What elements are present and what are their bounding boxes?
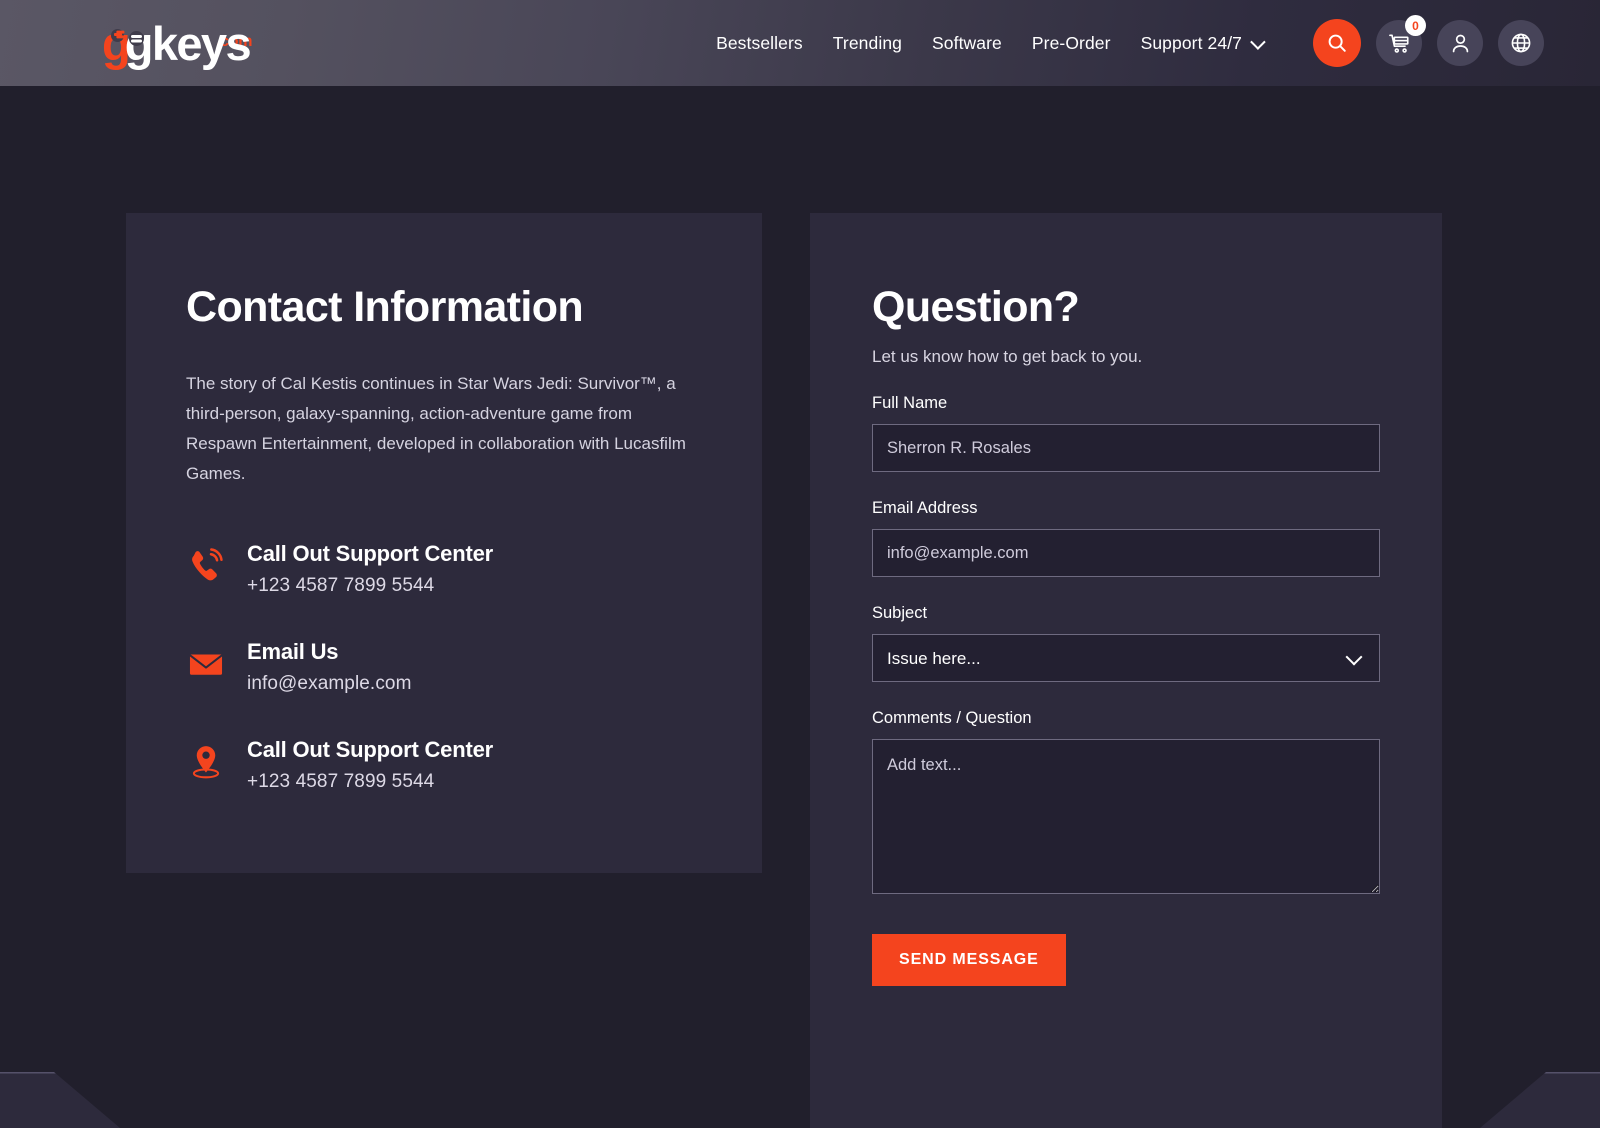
- logo-wordmark: gkeys: [124, 16, 252, 70]
- chevron-down-icon: [1250, 33, 1266, 50]
- field-comments: Comments / Question: [872, 709, 1380, 899]
- nav-item-software[interactable]: Software: [917, 33, 1017, 54]
- nav-item-bestsellers[interactable]: Bestsellers: [701, 33, 818, 54]
- subject-select-wrapper: Issue here...: [872, 634, 1380, 683]
- field-subject: Subject Issue here...: [872, 604, 1380, 683]
- comments-textarea[interactable]: [872, 739, 1380, 895]
- subject-label: Subject: [872, 604, 928, 623]
- phone-icon: [186, 546, 226, 586]
- full-name-label: Full Name: [872, 394, 948, 413]
- cart-count-badge: 0: [1405, 15, 1426, 36]
- contact-item-value: +123 4587 7899 5544: [247, 575, 435, 597]
- search-button[interactable]: [1313, 19, 1361, 67]
- contact-information-panel: Contact Information The story of Cal Kes…: [126, 213, 762, 873]
- map-pin-icon: [186, 742, 226, 782]
- logo-mark: g gkeys .com: [102, 20, 252, 67]
- email-input[interactable]: [872, 529, 1380, 578]
- header-actions: 0: [1313, 15, 1544, 67]
- contact-item-title: Email Us: [247, 639, 339, 665]
- contact-form: Full Name Email Address Subject Issue he…: [872, 394, 1380, 987]
- contact-panel-title: Contact Information: [186, 283, 584, 331]
- contact-item-text: Call Out Support Center +123 4587 7899 5…: [247, 737, 493, 793]
- contact-panel-description: The story of Cal Kestis continues in Sta…: [186, 374, 686, 484]
- nav-item-trending[interactable]: Trending: [818, 33, 917, 54]
- globe-icon: [1511, 33, 1531, 53]
- send-message-button[interactable]: SEND MESSAGE: [872, 934, 1066, 987]
- contact-item-email[interactable]: Email Us info@example.com: [186, 639, 702, 695]
- page-main: Contact Information The story of Cal Kes…: [0, 86, 1600, 1128]
- full-name-input[interactable]: [872, 424, 1380, 473]
- search-icon: [1328, 34, 1346, 52]
- subject-select[interactable]: Issue here...: [872, 634, 1380, 683]
- account-button[interactable]: [1437, 20, 1483, 66]
- contact-item-title: Call Out Support Center: [247, 737, 493, 763]
- nav-item-support-label: Support 24/7: [1140, 32, 1242, 53]
- footer-corner-right: [1480, 1072, 1600, 1128]
- site-header: g gkeys .com Bestsellers Trending Softwa…: [0, 0, 1600, 86]
- contact-item-text: Email Us info@example.com: [247, 639, 412, 695]
- site-logo[interactable]: g gkeys .com: [102, 20, 252, 67]
- language-button[interactable]: [1498, 20, 1544, 66]
- cart-icon: [1388, 34, 1409, 53]
- cart-button[interactable]: 0: [1376, 15, 1426, 66]
- question-form-panel: Question? Let us know how to get back to…: [810, 213, 1442, 1128]
- form-panel-subtitle: Let us know how to get back to you.: [872, 347, 1143, 367]
- contact-item-location[interactable]: Call Out Support Center +123 4587 7899 5…: [186, 737, 702, 793]
- nav-item-pre-order[interactable]: Pre-Order: [1017, 33, 1126, 54]
- email-label: Email Address: [872, 499, 978, 518]
- field-email: Email Address: [872, 499, 1380, 578]
- nav-item-support[interactable]: Support 24/7: [1126, 33, 1277, 54]
- user-icon: [1452, 34, 1468, 52]
- contact-item-value: info@example.com: [247, 673, 412, 695]
- contact-item-text: Call Out Support Center +123 4587 7899 5…: [247, 541, 493, 597]
- envelope-icon: [186, 644, 226, 684]
- field-full-name: Full Name: [872, 394, 1380, 473]
- contact-item-title: Call Out Support Center: [247, 541, 493, 567]
- form-panel-title: Question?: [872, 283, 1080, 331]
- contact-items-list: Call Out Support Center +123 4587 7899 5…: [186, 541, 702, 793]
- contact-item-value: +123 4587 7899 5544: [247, 771, 435, 793]
- comments-label: Comments / Question: [872, 709, 1032, 728]
- primary-navigation: Bestsellers Trending Software Pre-Order …: [701, 33, 1277, 54]
- footer-corner-left: [0, 1072, 120, 1128]
- logo-gamepad-icon: [128, 30, 144, 46]
- contact-item-phone[interactable]: Call Out Support Center +123 4587 7899 5…: [186, 541, 702, 597]
